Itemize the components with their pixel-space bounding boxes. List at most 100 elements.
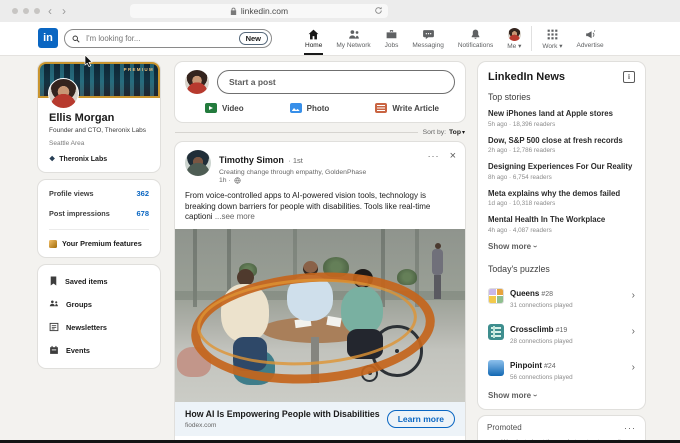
photo-icon: [290, 103, 302, 113]
puzzle-pinpoint[interactable]: Pinpoint#24 56 connections played ›: [488, 355, 635, 381]
top-stories-label: Top stories: [488, 92, 635, 102]
person-walking: [432, 243, 443, 301]
nav-item-work[interactable]: Work ▾: [535, 22, 569, 55]
search-box[interactable]: New: [64, 29, 272, 48]
plant: [397, 269, 417, 285]
chevron-down-icon: ›: [531, 245, 540, 248]
lock-icon: [230, 7, 237, 15]
bell-icon: [469, 28, 482, 41]
sidebar-item-events[interactable]: Events: [49, 345, 149, 355]
search-new-badge: New: [239, 32, 268, 45]
link-title: How AI Is Empowering People with Disabil…: [185, 409, 380, 419]
caret-down-icon[interactable]: ▾: [462, 129, 465, 136]
feed-sort-row: Sort by: Top ▾: [175, 129, 465, 136]
grid-icon: [546, 28, 559, 41]
profile-card[interactable]: PREMIUM Ellis Morgan Founder and CTO, Th…: [38, 62, 160, 172]
chevron-right-icon: ›: [632, 326, 635, 337]
caret-down-icon: ▾: [559, 43, 562, 50]
divider: [175, 132, 418, 133]
start-post-button[interactable]: Start a post: [217, 70, 455, 94]
nav-item-advertise[interactable]: Advertise: [569, 22, 610, 55]
feed-post: Timothy Simon · 1st Creating change thro…: [175, 142, 465, 443]
linkedin-news-card: LinkedIn News i Top stories New iPhones …: [478, 62, 645, 409]
traffic-light-zoom[interactable]: [34, 8, 40, 14]
puzzle-queens[interactable]: Queens#28 31 connections played ›: [488, 283, 635, 309]
home-icon: [307, 28, 320, 41]
post-dismiss-icon[interactable]: ×: [450, 150, 456, 162]
profile-headline: Founder and CTO, Theronix Labs: [49, 127, 149, 134]
promoted-more-icon[interactable]: ···: [624, 423, 636, 433]
learn-more-button[interactable]: Learn more: [387, 410, 455, 428]
news-show-more[interactable]: Show more ›: [488, 242, 635, 251]
nav-item-notifications[interactable]: Notifications: [451, 22, 500, 55]
photo-button[interactable]: Photo: [290, 103, 330, 113]
crossclimb-icon: [488, 324, 504, 340]
news-story[interactable]: Dow, S&P 500 close at fresh records 2h a…: [488, 136, 635, 155]
puzzle-crossclimb[interactable]: Crossclimb#19 28 connections played ›: [488, 319, 635, 345]
post-text: From voice-controlled apps to AI-powered…: [175, 184, 465, 223]
chat-icon: [422, 28, 435, 41]
promoted-label: Promoted: [487, 423, 522, 432]
primary-nav: Home My Network Jobs Messaging Notificat…: [298, 22, 611, 55]
search-icon: [72, 35, 80, 43]
premium-features-link[interactable]: Your Premium features: [49, 239, 149, 248]
browser-window: ‹ › linkedin.com in New Home My Network: [0, 0, 680, 443]
reload-icon[interactable]: [374, 6, 383, 15]
chevron-down-icon: ›: [531, 394, 540, 397]
nav-item-jobs[interactable]: Jobs: [378, 22, 406, 55]
puzzles-show-more[interactable]: Show more ›: [488, 391, 635, 400]
nav-item-home[interactable]: Home: [298, 22, 329, 55]
promoted-card: Promoted ··· We aim to beat the market, …: [478, 416, 645, 443]
me-avatar: [508, 28, 521, 41]
nav-item-my-network[interactable]: My Network: [329, 22, 377, 55]
profile-name[interactable]: Ellis Morgan: [49, 112, 149, 124]
link-source: fiodex.com: [185, 422, 380, 429]
bookmark-icon: [49, 276, 58, 286]
forward-icon[interactable]: ›: [62, 1, 66, 21]
news-story[interactable]: Designing Experiences For Our Reality 8h…: [488, 162, 635, 181]
linkedin-logo[interactable]: in: [38, 28, 58, 48]
people-icon: [347, 28, 361, 41]
calendar-icon: [49, 345, 59, 355]
post-author-name[interactable]: Timothy Simon: [219, 155, 284, 165]
profile-company[interactable]: ❖ Theronix Labs: [49, 155, 149, 163]
profile-views-row[interactable]: Profile views 362: [49, 189, 149, 198]
nav-item-messaging[interactable]: Messaging: [405, 22, 450, 55]
linkedin-navbar: in New Home My Network Jobs Mes: [0, 22, 680, 56]
back-icon[interactable]: ‹: [48, 1, 52, 21]
post-image[interactable]: [175, 229, 465, 402]
sidebar-item-newsletters[interactable]: Newsletters: [49, 322, 149, 332]
divider: [49, 229, 149, 230]
sidebar-item-saved-items[interactable]: Saved items: [49, 276, 149, 286]
caret-down-icon: ▾: [518, 43, 521, 50]
post-more-icon[interactable]: ···: [428, 151, 440, 161]
globe-icon: [234, 177, 241, 184]
pinpoint-icon: [488, 360, 504, 376]
post-composer-card: Start a post Video Photo Write Article: [175, 62, 465, 122]
nav-item-me[interactable]: Me ▾: [500, 22, 528, 55]
traffic-light-minimize[interactable]: [23, 8, 29, 14]
news-story[interactable]: New iPhones land at Apple stores 5h ago …: [488, 109, 635, 128]
mouse-cursor: [84, 55, 94, 67]
write-article-button[interactable]: Write Article: [375, 103, 439, 113]
address-bar[interactable]: linkedin.com: [130, 4, 388, 18]
news-story[interactable]: Mental Health In The Workplace 4h ago · …: [488, 215, 635, 234]
see-more-link[interactable]: ...see more: [215, 212, 255, 221]
shortcuts-card: Saved items Groups Newsletters Events: [38, 265, 160, 368]
post-author-avatar[interactable]: [185, 150, 211, 176]
info-icon[interactable]: i: [623, 71, 635, 83]
news-story[interactable]: Meta explains why the demos failed 1d ag…: [488, 189, 635, 208]
article-icon: [375, 103, 387, 113]
sidebar-item-groups[interactable]: Groups: [49, 299, 149, 309]
post-impressions-row[interactable]: Post impressions 678: [49, 209, 149, 218]
post-time: 1h ·: [219, 177, 231, 184]
traffic-light-close[interactable]: [12, 8, 18, 14]
browser-chrome: ‹ › linkedin.com: [0, 0, 680, 23]
search-input[interactable]: [84, 33, 235, 44]
composer-avatar[interactable]: [185, 70, 209, 94]
post-link-card[interactable]: How AI Is Empowering People with Disabil…: [175, 402, 465, 436]
profile-avatar[interactable]: [48, 78, 79, 109]
connection-degree: · 1st: [288, 156, 303, 165]
sort-by-value[interactable]: Top: [449, 129, 461, 136]
video-button[interactable]: Video: [205, 103, 244, 113]
